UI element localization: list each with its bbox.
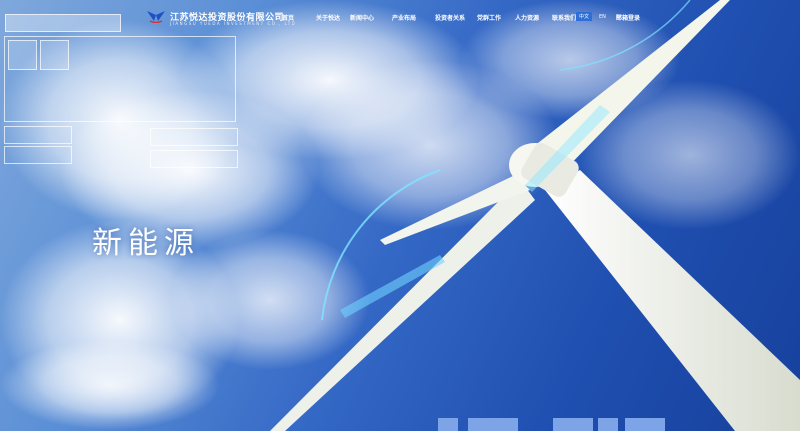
nav-investor[interactable]: 投资者关系	[435, 13, 477, 22]
logo-subtext: JIANGSU YUEDA INVESTMENT CO., LTD	[170, 21, 297, 26]
hero-banner: 新能源	[0, 0, 800, 431]
nav-hr[interactable]: 人力资源	[515, 13, 552, 22]
nav-about[interactable]: 关于悦达	[316, 13, 350, 22]
wind-turbine-graphic	[270, 0, 800, 431]
lang-en[interactable]: EN	[596, 13, 609, 21]
logo-icon	[147, 11, 165, 23]
lang-zh[interactable]: 中文	[576, 12, 593, 21]
nav-home[interactable]: 首页	[282, 13, 316, 22]
hero-title: 新能源	[92, 226, 200, 261]
mail-login-link[interactable]: 邮箱登录	[616, 13, 640, 22]
logo[interactable]: 江苏悦达投资股份有限公司 JIANGSU YUEDA INVESTMENT CO…	[146, 9, 295, 26]
main-nav: 首页 关于悦达 新闻中心 产业布局 投资者关系 党群工作 人力资源 联系我们	[282, 13, 592, 22]
nav-party[interactable]: 党群工作	[477, 13, 515, 22]
site-header: 江苏悦达投资股份有限公司 JIANGSU YUEDA INVESTMENT CO…	[0, 0, 800, 34]
nav-industry[interactable]: 产业布局	[392, 13, 435, 22]
nav-news[interactable]: 新闻中心	[350, 13, 392, 22]
